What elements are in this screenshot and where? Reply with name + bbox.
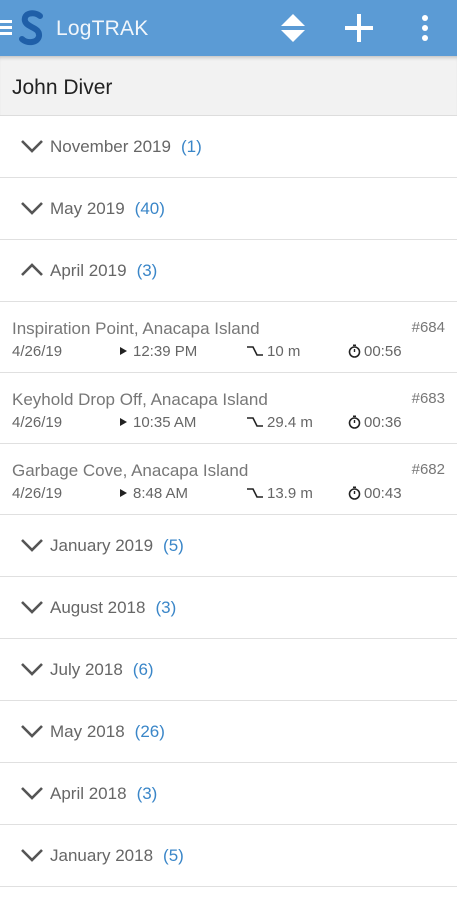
dive-list-item[interactable]: Keyhold Drop Off, Anacapa Island #683 4/26…: [0, 373, 457, 444]
dive-duration: 00:36: [364, 414, 402, 431]
stopwatch-icon: [348, 415, 361, 429]
dive-time: 10:35 AM: [133, 414, 197, 431]
dive-count: (1): [180, 137, 202, 156]
dive-time: 12:39 PM: [133, 343, 198, 360]
chevron-down-icon: [21, 849, 43, 862]
play-icon: [120, 489, 127, 497]
month-group-header[interactable]: May 2019 (40): [0, 178, 457, 240]
dive-count: (3): [155, 598, 177, 617]
dive-count: (3): [136, 261, 158, 280]
dive-time: 8:48 AM: [133, 485, 189, 502]
dive-depth: 29.4 m: [267, 414, 313, 431]
month-group-header[interactable]: April 2018 (3): [0, 763, 457, 825]
play-icon: [120, 418, 127, 426]
dive-duration: 00:43: [364, 485, 402, 502]
month-label: April 2019: [50, 261, 127, 280]
month-label: January 2019: [50, 536, 154, 555]
depth-icon: [247, 488, 263, 498]
month-label: April 2018: [50, 784, 127, 803]
dive-list-item[interactable]: Inspiration Point, Anacapa Island #684 4/2…: [0, 302, 457, 373]
dive-date: 4/26/19: [12, 485, 63, 502]
dive-count: (40): [134, 199, 165, 218]
depth-icon: [247, 417, 263, 427]
dive-depth: 10 m: [267, 343, 301, 360]
dive-site: Garbage Cove, Anacapa Island: [12, 461, 249, 480]
dive-log-list: November 2019 (1) May 2019 (40) April 2019 (3…: [0, 116, 457, 887]
month-group-header[interactable]: January 2019 (5): [0, 515, 457, 577]
dive-site: Inspiration Point, Anacapa Island: [12, 319, 260, 338]
month-label: July 2018: [50, 660, 123, 679]
month-label: November 2019: [50, 137, 171, 156]
chevron-down-icon: [21, 539, 43, 552]
dive-number: #683: [411, 390, 445, 407]
menu-icon[interactable]: [0, 20, 14, 36]
user-name: John Diver: [12, 76, 113, 99]
more-icon[interactable]: [416, 14, 434, 42]
month-group-header[interactable]: July 2018 (6): [0, 639, 457, 701]
dive-count: (5): [163, 536, 184, 555]
play-icon: [120, 347, 127, 355]
dive-list-item[interactable]: Garbage Cove, Anacapa Island #682 4/26/19 8…: [0, 444, 457, 515]
stopwatch-icon: [348, 344, 361, 358]
dive-date: 4/26/19: [12, 343, 63, 360]
dive-depth: 13.9 m: [267, 485, 313, 502]
month-label: January 2018: [50, 846, 154, 865]
scubapro-logo: [19, 10, 43, 46]
month-group-header[interactable]: August 2018 (3): [0, 577, 457, 639]
stopwatch-icon: [348, 486, 361, 500]
month-group-header[interactable]: May 2018 (26): [0, 701, 457, 763]
chevron-up-icon: [21, 263, 43, 276]
dive-number: #682: [411, 461, 445, 478]
chevron-down-icon: [21, 725, 43, 738]
month-group-header[interactable]: April 2019 (3): [0, 240, 457, 302]
chevron-down-icon: [21, 202, 43, 215]
month-label: May 2019: [50, 199, 125, 218]
chevron-down-icon: [21, 140, 43, 153]
month-group-header[interactable]: November 2019 (1): [0, 116, 457, 178]
dive-duration: 00:56: [364, 343, 402, 360]
month-group-header[interactable]: January 2018 (5): [0, 825, 457, 887]
dive-count: (5): [163, 846, 184, 865]
dive-count: (26): [134, 722, 165, 741]
sort-icon[interactable]: [279, 13, 307, 43]
dive-count: (3): [136, 784, 158, 803]
dive-count: (6): [132, 660, 154, 679]
add-icon[interactable]: [344, 13, 374, 43]
dive-date: 4/26/19: [12, 414, 63, 431]
month-label: May 2018: [50, 722, 125, 741]
depth-icon: [247, 346, 263, 356]
chevron-down-icon: [21, 663, 43, 676]
user-header: John Diver: [0, 56, 457, 116]
chevron-down-icon: [21, 601, 43, 614]
app-bar: LogTRAK: [0, 0, 457, 56]
dive-site: Keyhold Drop Off, Anacapa Island: [12, 390, 268, 409]
month-label: August 2018: [50, 598, 146, 617]
app-title: LogTRAK: [56, 17, 149, 40]
chevron-down-icon: [21, 787, 43, 800]
dive-number: #684: [411, 319, 445, 336]
